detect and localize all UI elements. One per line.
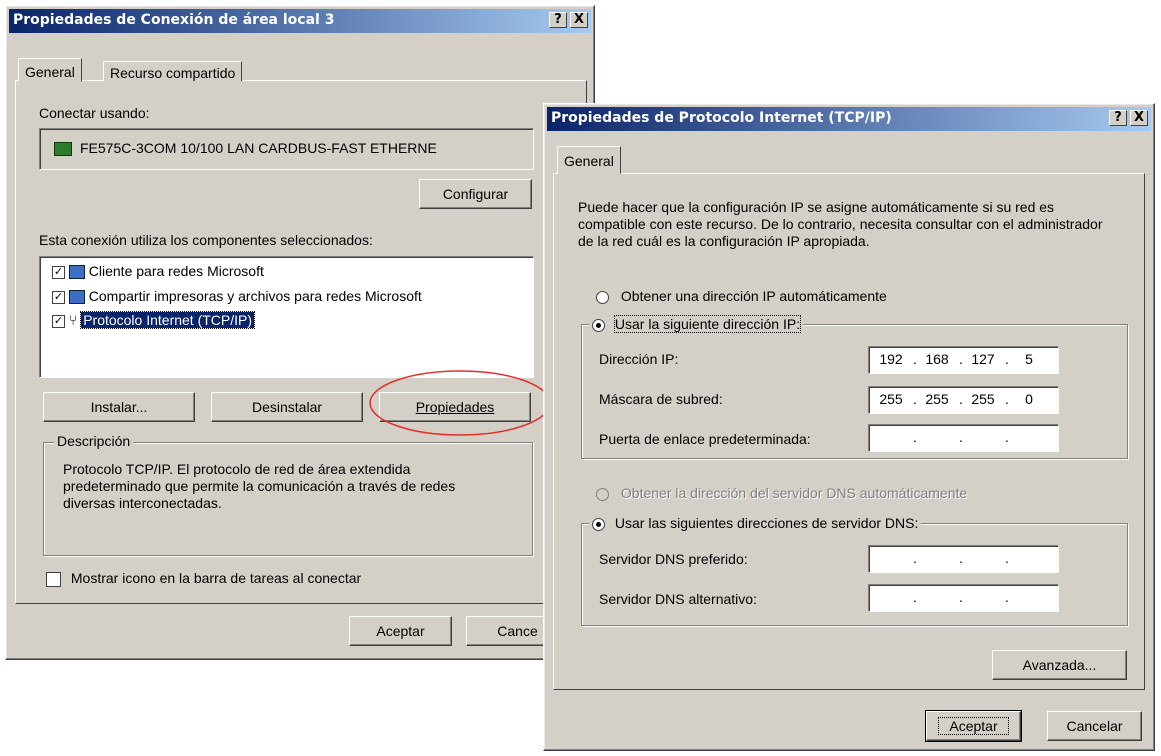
alternate-dns-field[interactable]: . . . xyxy=(868,584,1059,612)
tcpip-cancel-button-label: Cancelar xyxy=(1066,718,1123,734)
component-label: Compartir impresoras y archivos para red… xyxy=(88,288,422,304)
subnet-mask-label: Máscara de subred: xyxy=(599,391,723,407)
connect-using-label: Conectar usando: xyxy=(39,105,150,121)
gateway-label: Puerta de enlace predeterminada: xyxy=(599,431,811,447)
checkbox-tcpip[interactable]: ✓ xyxy=(52,314,65,328)
tcpip-dialog-title: Propiedades de Protocolo Internet (TCP/I… xyxy=(551,110,892,126)
mask-octet: 255 xyxy=(879,391,903,407)
network-card-icon xyxy=(54,142,72,156)
show-icon-option[interactable]: Mostrar icono en la barra de tareas al c… xyxy=(46,570,361,587)
manual-dns-option[interactable]: Usar las siguientes direcciones de servi… xyxy=(589,515,922,531)
preferred-dns-field[interactable]: . . . xyxy=(868,545,1059,573)
manual-dns-label: Usar las siguientes direcciones de servi… xyxy=(614,515,919,531)
adapter-box: FE575C-3COM 10/100 LAN CARDBUS-FAST ETHE… xyxy=(39,128,534,170)
gateway-field[interactable]: . . . xyxy=(868,424,1059,452)
components-label: Esta conexión utiliza los componentes se… xyxy=(39,232,373,248)
auto-ip-option[interactable]: Obtener una dirección IP automáticamente xyxy=(596,288,887,304)
intro-text: Puede hacer que la configuración IP se a… xyxy=(578,199,1103,249)
lan-title-bar: Propiedades de Conexión de área local 3 … xyxy=(9,9,591,33)
dns-dot: . xyxy=(1005,550,1009,566)
checkbox-sharing[interactable]: ✓ xyxy=(52,290,65,304)
show-icon-label: Mostrar icono en la barra de tareas al c… xyxy=(70,570,362,586)
dns-dot: . xyxy=(959,589,963,605)
advanced-button[interactable]: Avanzada... xyxy=(992,650,1127,680)
gateway-dot: . xyxy=(913,429,917,445)
auto-dns-radio xyxy=(596,487,609,501)
tcpip-help-button[interactable]: ? xyxy=(1109,110,1127,126)
dns-dot: . xyxy=(1005,589,1009,605)
description-text: Protocolo TCP/IP. El protocolo de red de… xyxy=(63,461,456,511)
tcpip-ok-button-label: Aceptar xyxy=(938,717,1009,735)
help-button[interactable]: ? xyxy=(549,12,567,28)
dns-dot: . xyxy=(959,550,963,566)
install-button[interactable]: Instalar... xyxy=(43,392,195,422)
mask-octet: 255 xyxy=(925,391,949,407)
properties-button[interactable]: Propiedades xyxy=(379,392,531,422)
component-label-selected: Protocolo Internet (TCP/IP) xyxy=(80,311,256,329)
component-label: Cliente para redes Microsoft xyxy=(88,263,264,279)
manual-dns-radio[interactable] xyxy=(592,517,605,531)
network-client-icon xyxy=(68,265,85,280)
tcpip-title-bar: Propiedades de Protocolo Internet (TCP/I… xyxy=(547,107,1151,131)
auto-dns-option: Obtener la dirección del servidor DNS au… xyxy=(596,485,967,501)
ip-address-label: Dirección IP: xyxy=(599,351,679,367)
lan-cancel-button-label: Cance xyxy=(497,623,538,639)
network-protocol-icon: ⑂ xyxy=(68,313,78,330)
show-icon-checkbox[interactable] xyxy=(46,571,61,587)
tab-general-tcpip[interactable]: General xyxy=(557,146,621,174)
tcpip-properties-dialog: Propiedades de Protocolo Internet (TCP/I… xyxy=(543,103,1155,751)
mask-octet: 255 xyxy=(971,391,995,407)
gateway-dot: . xyxy=(1005,429,1009,445)
ip-octet: 5 xyxy=(1025,351,1033,367)
uninstall-button[interactable]: Desinstalar xyxy=(211,392,363,422)
description-legend: Descripción xyxy=(54,433,134,449)
configure-button[interactable]: Configurar xyxy=(419,179,532,209)
manual-ip-radio[interactable] xyxy=(592,318,605,332)
preferred-dns-label: Servidor DNS preferido: xyxy=(599,551,748,567)
tab-general[interactable]: General xyxy=(18,58,82,82)
install-button-label: Instalar... xyxy=(90,399,148,415)
auto-dns-label: Obtener la dirección del servidor DNS au… xyxy=(620,485,968,501)
lan-dialog-title: Propiedades de Conexión de área local 3 xyxy=(13,12,335,28)
subnet-mask-field[interactable]: 255 . 255 . 255 . 0 xyxy=(868,386,1059,414)
properties-button-label: Propiedades xyxy=(415,399,495,415)
tab-general-tcpip-label: General xyxy=(564,153,614,169)
auto-ip-radio[interactable] xyxy=(596,290,609,304)
file-printer-sharing-icon xyxy=(68,290,85,305)
manual-ip-label: Usar la siguiente dirección IP: xyxy=(613,315,802,333)
ip-address-field[interactable]: 192 . 168 . 127 . 5 xyxy=(868,346,1059,374)
mask-octet: 0 xyxy=(1025,391,1033,407)
gateway-dot: . xyxy=(959,429,963,445)
lan-properties-dialog: Propiedades de Conexión de área local 3 … xyxy=(5,5,595,660)
tcpip-cancel-button[interactable]: Cancelar xyxy=(1047,711,1142,741)
lan-ok-button-label: Aceptar xyxy=(376,623,425,639)
ip-octet: 168 xyxy=(925,351,949,367)
close-button[interactable]: X xyxy=(570,12,588,28)
ip-octet: 127 xyxy=(971,351,995,367)
checkbox-client[interactable]: ✓ xyxy=(52,265,65,279)
tcpip-ok-button[interactable]: Aceptar xyxy=(925,710,1022,742)
alternate-dns-label: Servidor DNS alternativo: xyxy=(599,591,757,607)
ip-octet: 192 xyxy=(879,351,903,367)
dns-dot: . xyxy=(913,589,917,605)
tab-sharing[interactable]: Recurso compartido xyxy=(103,61,243,81)
tab-sharing-label: Recurso compartido xyxy=(110,65,236,81)
list-item[interactable]: ✓ Cliente para redes Microsoft xyxy=(52,263,264,280)
advanced-button-label: Avanzada... xyxy=(1022,657,1097,673)
lan-ok-button[interactable]: Aceptar xyxy=(349,616,452,646)
uninstall-button-label: Desinstalar xyxy=(251,399,323,415)
list-item[interactable]: ✓ ⑂ Protocolo Internet (TCP/IP) xyxy=(52,311,256,330)
auto-ip-label: Obtener una dirección IP automáticamente xyxy=(620,288,887,304)
tcpip-close-button[interactable]: X xyxy=(1130,110,1148,126)
manual-ip-option[interactable]: Usar la siguiente dirección IP: xyxy=(589,315,804,333)
dns-dot: . xyxy=(913,550,917,566)
list-item[interactable]: ✓ Compartir impresoras y archivos para r… xyxy=(52,288,422,305)
components-list[interactable]: ✓ Cliente para redes Microsoft ✓ Compart… xyxy=(39,256,534,378)
configure-button-label: Configurar xyxy=(442,186,509,202)
adapter-name: FE575C-3COM 10/100 LAN CARDBUS-FAST ETHE… xyxy=(80,140,437,156)
tab-general-label: General xyxy=(25,64,75,80)
